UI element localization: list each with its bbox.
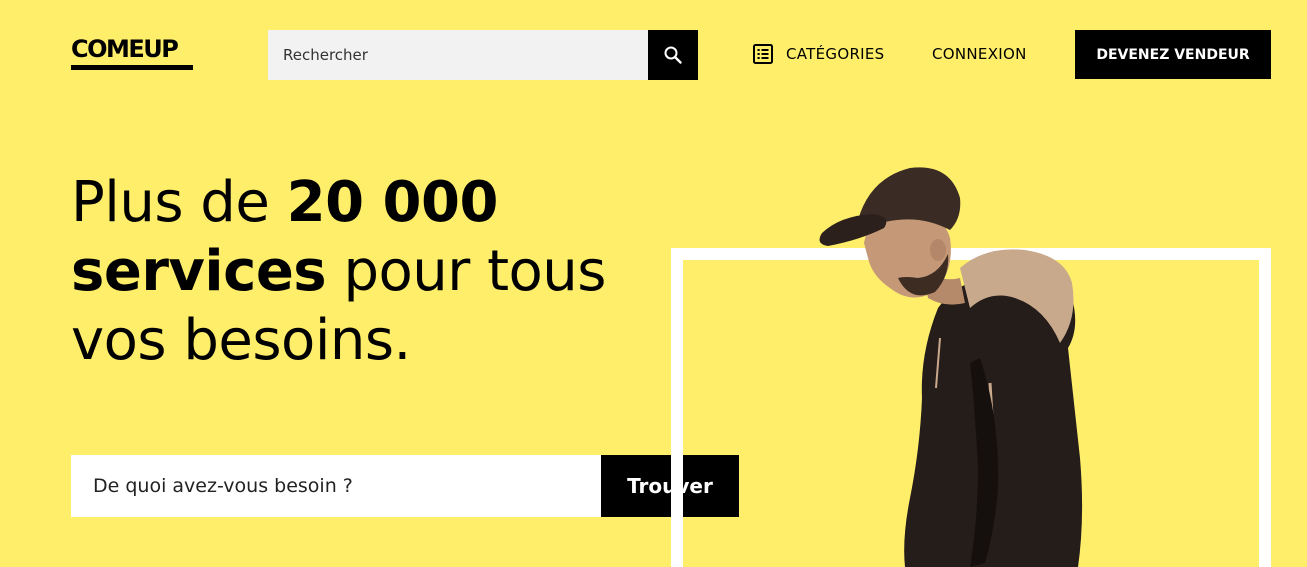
header-search bbox=[268, 30, 698, 80]
hero-search-input[interactable] bbox=[71, 455, 601, 517]
nav-login[interactable]: CONNEXION bbox=[932, 43, 1027, 65]
hero-title: Plus de 20 000 services pour tous vos be… bbox=[71, 168, 671, 375]
become-seller-button[interactable]: DEVENEZ VENDEUR bbox=[1075, 30, 1271, 79]
nav-categories-label: CATÉGORIES bbox=[786, 45, 885, 63]
header-search-input[interactable] bbox=[268, 30, 648, 80]
header-search-button[interactable] bbox=[648, 30, 698, 80]
hero-title-part1: Plus de bbox=[71, 170, 287, 235]
nav-login-label: CONNEXION bbox=[932, 45, 1027, 63]
logo-underline bbox=[71, 65, 193, 70]
logo-text: COMEUP bbox=[71, 35, 179, 63]
hero-title-bold2: services bbox=[71, 239, 327, 304]
hero-search: Trouver bbox=[71, 455, 739, 517]
categories-list-icon bbox=[753, 44, 773, 64]
comeup-logo[interactable]: COMEUP bbox=[71, 34, 194, 72]
search-icon bbox=[664, 46, 682, 64]
hero-title-bold1: 20 000 bbox=[286, 170, 499, 235]
nav-categories[interactable]: CATÉGORIES bbox=[752, 43, 885, 65]
hero-person-image bbox=[819, 167, 1083, 567]
